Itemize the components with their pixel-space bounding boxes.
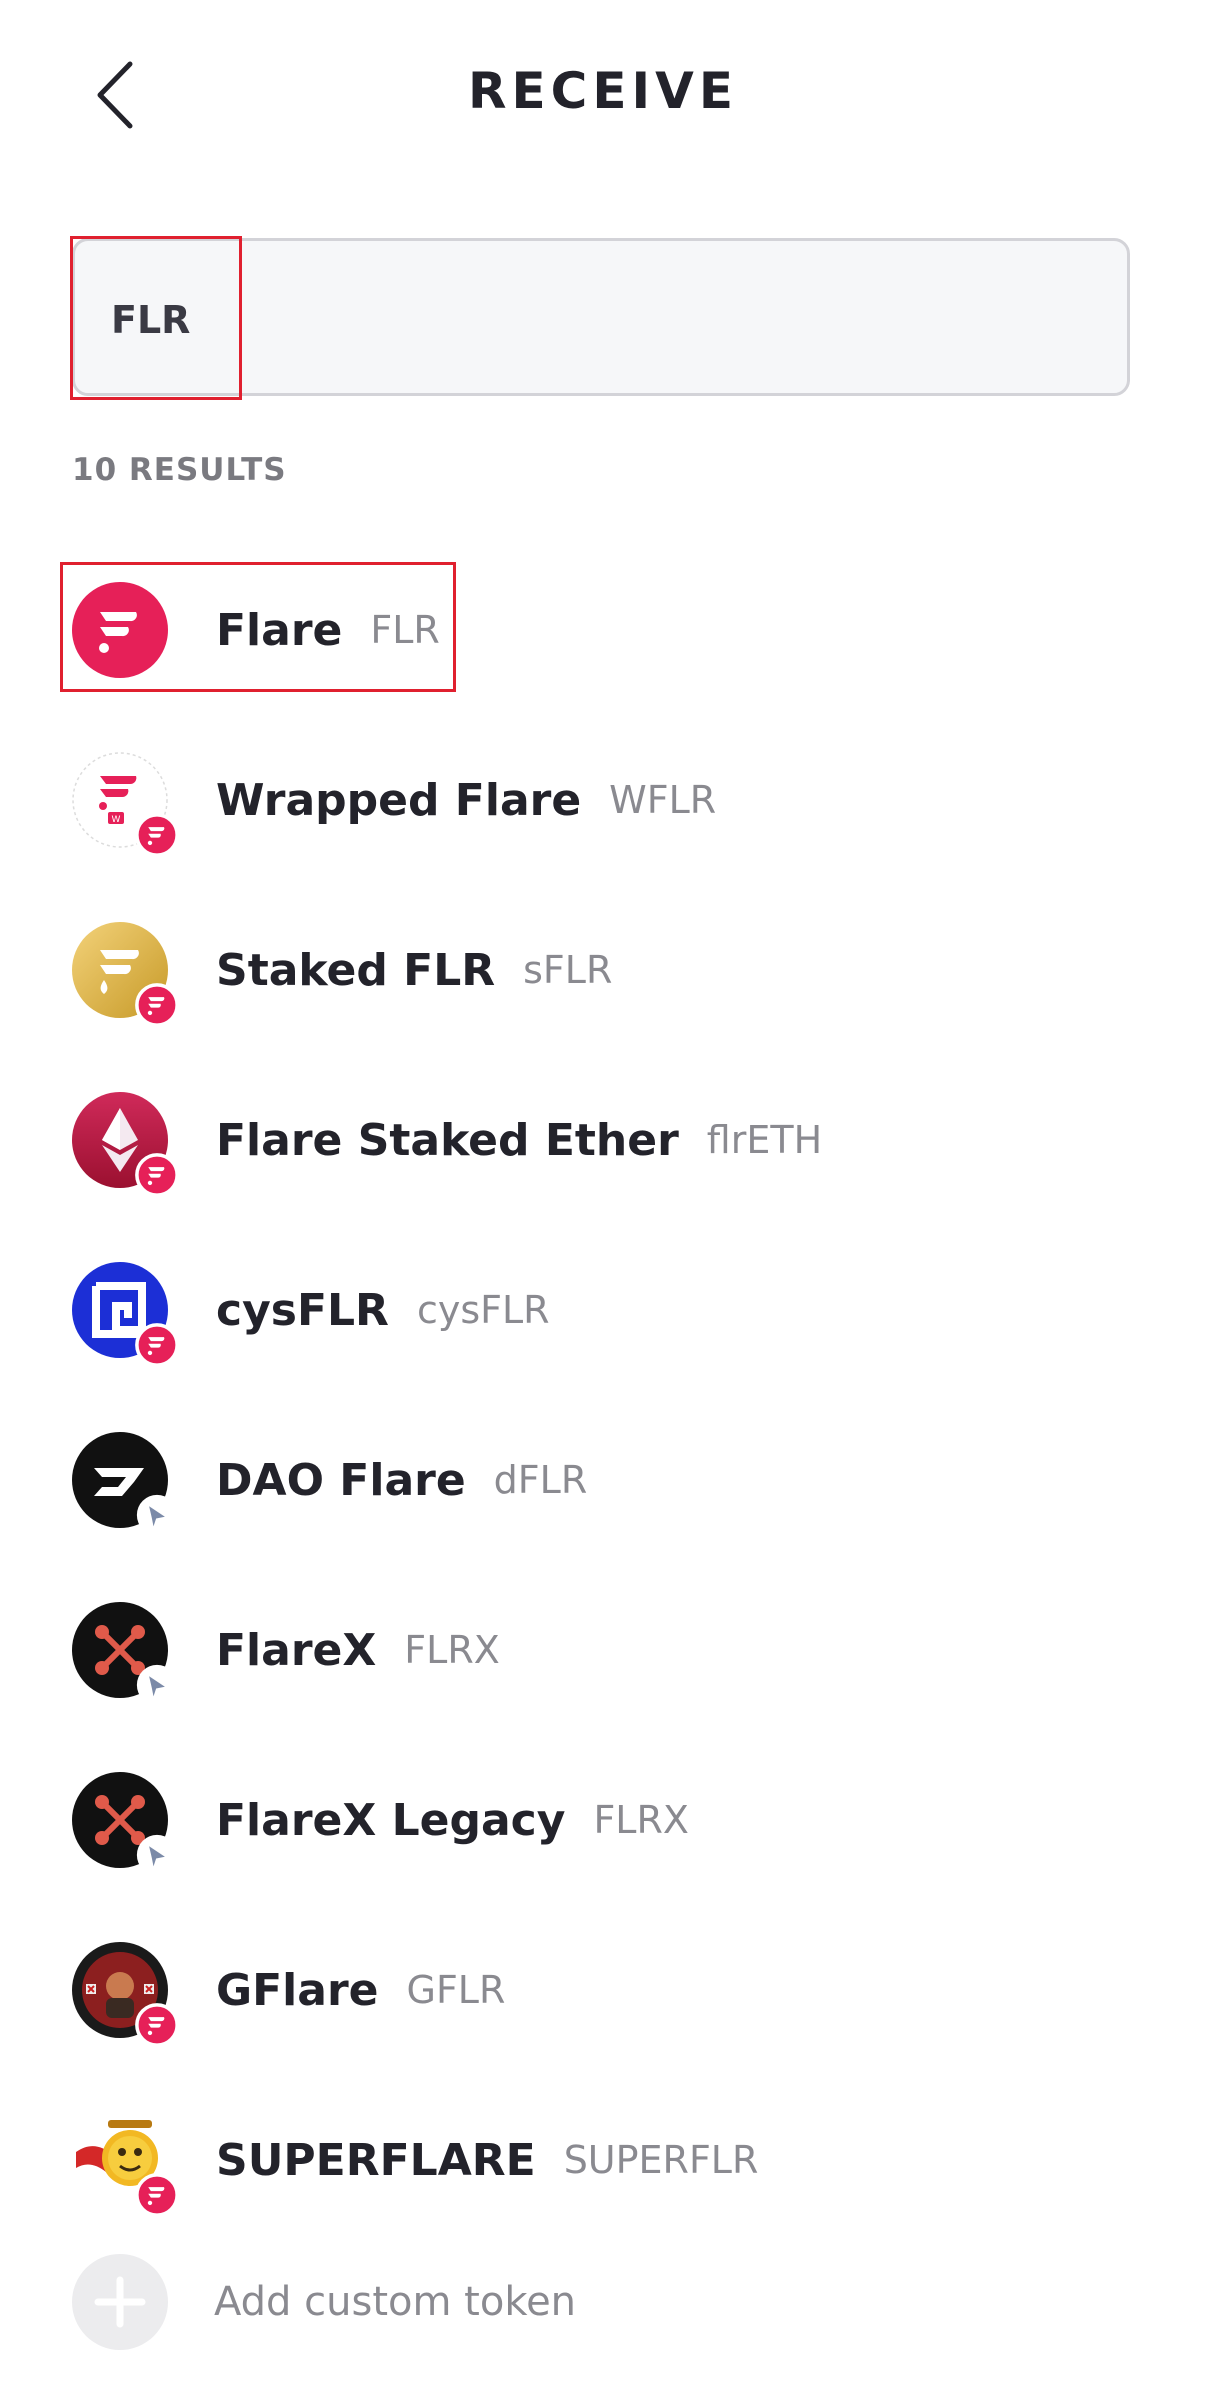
search-field[interactable] bbox=[72, 238, 1130, 399]
flarex-logo-icon bbox=[72, 1602, 178, 1706]
add-custom-token-button[interactable]: Add custom token bbox=[0, 2232, 1206, 2372]
flarex-logo-icon bbox=[72, 1772, 178, 1876]
flare-network-badge-icon bbox=[135, 1153, 179, 1197]
songbird-network-badge-icon bbox=[136, 1494, 178, 1536]
token-row-gflare[interactable]: GFlare GFLR bbox=[0, 1920, 1206, 2060]
wrapped-flare-logo-icon: W bbox=[72, 752, 179, 857]
cysflr-logo-icon bbox=[72, 1262, 179, 1367]
flare-network-badge-icon bbox=[135, 2003, 179, 2047]
token-symbol: GFLR bbox=[406, 1968, 506, 2012]
token-symbol: FLR bbox=[370, 608, 440, 652]
token-name: SUPERFLARE bbox=[216, 2134, 536, 2186]
songbird-network-badge-icon bbox=[136, 1834, 178, 1876]
svg-text:W: W bbox=[112, 815, 121, 825]
songbird-network-badge-icon bbox=[136, 1664, 178, 1706]
token-name: FlareX bbox=[216, 1624, 377, 1676]
token-symbol: FLRX bbox=[593, 1798, 689, 1842]
flare-network-badge-icon bbox=[135, 983, 179, 1027]
token-name: Wrapped Flare bbox=[216, 774, 582, 826]
staked-flr-logo-icon bbox=[72, 922, 179, 1027]
page-title: RECEIVE bbox=[468, 62, 738, 120]
token-name: Flare bbox=[216, 604, 343, 656]
token-name: DAO Flare bbox=[216, 1454, 466, 1506]
gflare-logo-icon bbox=[72, 1942, 179, 2047]
token-row-flare-staked-ether[interactable]: Flare Staked Ether flrETH bbox=[0, 1070, 1206, 1210]
token-row-dao-flare[interactable]: DAO Flare dFLR bbox=[0, 1410, 1206, 1550]
flare-network-badge-icon bbox=[135, 1323, 179, 1367]
token-row-staked-flr[interactable]: Staked FLR sFLR bbox=[0, 900, 1206, 1040]
header: RECEIVE bbox=[0, 0, 1206, 190]
token-name: cysFLR bbox=[216, 1284, 389, 1336]
token-name: GFlare bbox=[216, 1964, 379, 2016]
dao-flare-logo-icon bbox=[72, 1432, 178, 1536]
token-symbol: WFLR bbox=[609, 778, 717, 822]
token-row-superflare[interactable]: SUPERFLARE SUPERFLR bbox=[0, 2090, 1206, 2230]
token-symbol: cysFLR bbox=[416, 1288, 550, 1332]
token-symbol: flrETH bbox=[706, 1118, 823, 1162]
flare-network-badge-icon bbox=[135, 2173, 179, 2217]
token-row-flarex[interactable]: FlareX FLRX bbox=[0, 1580, 1206, 1720]
flare-logo-icon bbox=[72, 582, 168, 678]
token-name: Staked FLR bbox=[216, 944, 496, 996]
token-name: Flare Staked Ether bbox=[216, 1114, 679, 1166]
token-row-flare[interactable]: Flare FLR bbox=[0, 560, 1206, 700]
token-symbol: SUPERFLR bbox=[563, 2138, 759, 2182]
token-symbol: FLRX bbox=[404, 1628, 500, 1672]
results-count: 10 RESULTS bbox=[72, 452, 287, 488]
token-row-cysflr[interactable]: cysFLR cysFLR bbox=[0, 1240, 1206, 1380]
search-input[interactable] bbox=[111, 241, 1091, 399]
add-custom-token-label: Add custom token bbox=[214, 2279, 577, 2325]
token-name: FlareX Legacy bbox=[216, 1794, 566, 1846]
flare-staked-ether-logo-icon bbox=[72, 1092, 179, 1197]
flare-network-badge-icon bbox=[135, 813, 179, 857]
token-symbol: sFLR bbox=[523, 948, 613, 992]
token-row-wrapped-flare[interactable]: W Wrapped Flare WFLR bbox=[0, 730, 1206, 870]
plus-icon bbox=[72, 2254, 168, 2350]
token-symbol: dFLR bbox=[493, 1458, 588, 1502]
superflare-logo-icon bbox=[72, 2112, 179, 2217]
token-row-flarex-legacy[interactable]: FlareX Legacy FLRX bbox=[0, 1750, 1206, 1890]
